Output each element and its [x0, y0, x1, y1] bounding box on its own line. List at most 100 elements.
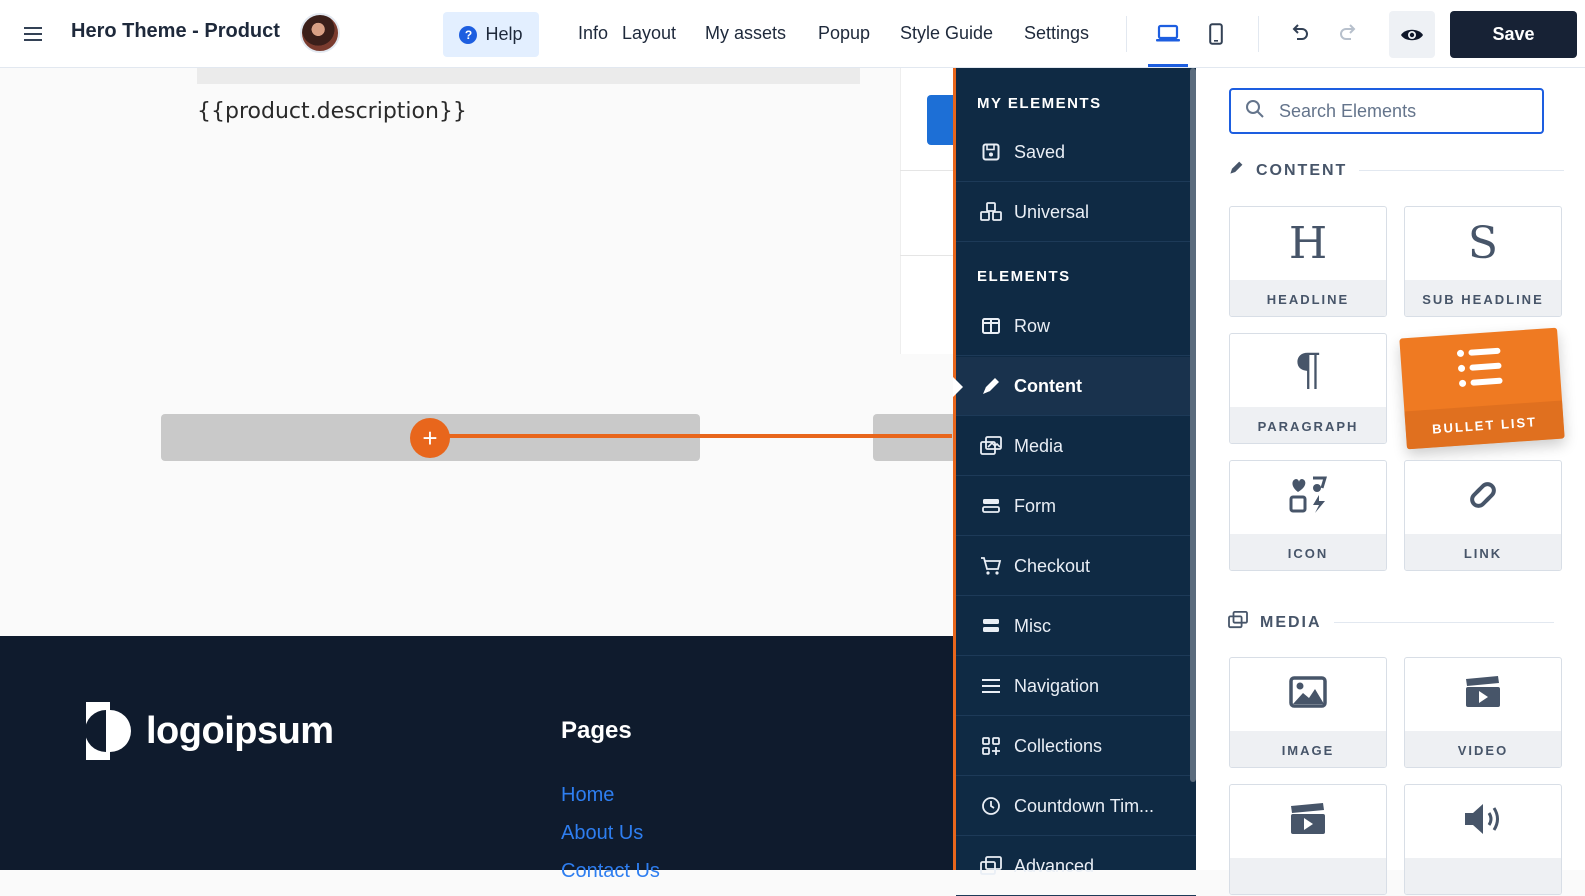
- section-placeholder: [197, 68, 860, 84]
- clapperboard-icon: [1464, 675, 1502, 714]
- sidebar-item-label: Advanced: [1014, 855, 1095, 876]
- columns-icon: [980, 315, 1002, 337]
- my-elements-heading: MY ELEMENTS: [977, 95, 1102, 112]
- footer-pages-title: Pages: [561, 717, 632, 744]
- nav-info[interactable]: Info: [578, 23, 608, 44]
- desktop-view-icon[interactable]: [1152, 18, 1184, 50]
- tile-bullet-list-dragging[interactable]: BULLET LIST: [1399, 327, 1565, 450]
- video-play-icon: [1289, 802, 1327, 841]
- search-elements-field[interactable]: [1229, 88, 1544, 134]
- divider: [900, 255, 960, 256]
- media-section-heading: MEDIA: [1228, 611, 1554, 634]
- sidebar-item-collections[interactable]: Collections: [956, 717, 1196, 776]
- divider: [1333, 622, 1554, 623]
- link-icon: [1462, 478, 1504, 517]
- add-element-button[interactable]: +: [410, 418, 450, 458]
- grid-plus-icon: [980, 735, 1002, 757]
- sidebar-item-saved[interactable]: Saved: [956, 123, 1196, 182]
- sidebar-item-advanced[interactable]: Advanced: [956, 837, 1196, 896]
- logo: logoipsum: [85, 702, 334, 760]
- tile-link[interactable]: LINK: [1404, 460, 1562, 571]
- redo-icon[interactable]: [1332, 18, 1364, 50]
- bars-icon: [980, 675, 1002, 697]
- sidebar-item-row[interactable]: Row: [956, 297, 1196, 356]
- sidebar-item-label: Misc: [1014, 615, 1051, 636]
- sidebar-item-media[interactable]: Media: [956, 417, 1196, 476]
- help-label: Help: [485, 24, 523, 44]
- save-icon: [980, 141, 1002, 163]
- nav-style-guide[interactable]: Style Guide: [900, 23, 993, 44]
- misc-icon: [980, 615, 1002, 637]
- sidebar-item-label: Form: [1014, 495, 1056, 516]
- tile-audio[interactable]: [1404, 784, 1562, 895]
- nav-my-assets[interactable]: My assets: [705, 23, 786, 44]
- tile-label: HEADLINE: [1230, 280, 1386, 316]
- divider: [1258, 16, 1259, 52]
- tile-paragraph[interactable]: ¶ PARAGRAPH: [1229, 333, 1387, 444]
- shapes-icon: [1289, 476, 1328, 519]
- clock-icon: [980, 795, 1002, 817]
- active-caret-icon: [953, 377, 963, 397]
- sidebar-item-label: Navigation: [1014, 675, 1100, 696]
- active-view-indicator: [1148, 64, 1188, 67]
- sidebar-item-label: Media: [1014, 435, 1064, 456]
- sidebar-item-form[interactable]: Form: [956, 477, 1196, 536]
- nav-settings[interactable]: Settings: [1024, 23, 1089, 44]
- tile-label: ICON: [1230, 534, 1386, 570]
- pen-icon: [980, 375, 1002, 397]
- pen-icon: [1228, 160, 1244, 181]
- save-button[interactable]: Save: [1450, 11, 1577, 58]
- sub-headline-glyph-icon: S: [1467, 218, 1499, 269]
- mobile-view-icon[interactable]: [1200, 18, 1232, 50]
- tile-headline[interactable]: H HEADLINE: [1229, 206, 1387, 317]
- search-icon: [1245, 99, 1265, 124]
- tile-video-embed[interactable]: [1229, 784, 1387, 895]
- sidebar-item-misc[interactable]: Misc: [956, 597, 1196, 656]
- sidebar-item-label: Content: [1014, 375, 1082, 396]
- elements-heading: ELEMENTS: [977, 268, 1071, 285]
- footer-link-about[interactable]: About Us: [561, 822, 643, 845]
- sidebar-item-countdown-timer[interactable]: Countdown Tim...: [956, 777, 1196, 836]
- preview-eye-icon[interactable]: [1389, 11, 1435, 58]
- tile-video[interactable]: VIDEO: [1404, 657, 1562, 768]
- product-description-placeholder[interactable]: {{product.description}}: [197, 99, 467, 124]
- tile-label: SUB HEADLINE: [1405, 280, 1561, 316]
- paragraph-glyph-icon: ¶: [1294, 345, 1322, 396]
- divider: [900, 170, 960, 171]
- sidebar-item-checkout[interactable]: Checkout: [956, 537, 1196, 596]
- undo-icon[interactable]: [1284, 18, 1316, 50]
- photo-film-icon: [980, 855, 1002, 877]
- nav-popup[interactable]: Popup: [818, 23, 870, 44]
- tile-label: IMAGE: [1230, 731, 1386, 767]
- tile-label: LINK: [1405, 534, 1561, 570]
- photo-film-icon: [1228, 611, 1248, 634]
- list-icon: [1456, 346, 1505, 392]
- cart-icon: [980, 555, 1002, 577]
- tile-image[interactable]: IMAGE: [1229, 657, 1387, 768]
- headline-glyph-icon: H: [1288, 218, 1328, 269]
- help-button[interactable]: ? Help: [443, 12, 539, 57]
- sidebar-item-universal[interactable]: Universal: [956, 183, 1196, 242]
- tile-sub-headline[interactable]: S SUB HEADLINE: [1404, 206, 1562, 317]
- divider: [1126, 16, 1127, 52]
- question-icon: ?: [459, 25, 478, 44]
- sidebar-item-content[interactable]: Content: [953, 357, 1196, 416]
- volume-icon: [1463, 802, 1503, 841]
- avatar[interactable]: [300, 13, 340, 53]
- tile-icon[interactable]: ICON: [1229, 460, 1387, 571]
- form-icon: [980, 495, 1002, 517]
- search-input[interactable]: [1279, 100, 1529, 122]
- section-label: CONTENT: [1256, 161, 1348, 179]
- hamburger-menu-icon[interactable]: [20, 22, 46, 46]
- sidebar-item-label: Row: [1014, 315, 1051, 336]
- footer-link-home[interactable]: Home: [561, 784, 614, 807]
- divider: [1359, 170, 1565, 171]
- sidebar-item-label: Checkout: [1014, 555, 1091, 576]
- sidebar-item-label: Saved: [1014, 141, 1066, 162]
- nav-layout[interactable]: Layout: [622, 23, 676, 44]
- footer-link-contact[interactable]: Contact Us: [561, 860, 660, 883]
- sidebar-item-navigation[interactable]: Navigation: [956, 657, 1196, 716]
- section-label: MEDIA: [1260, 613, 1322, 631]
- sidebar-item-label: Collections: [1014, 735, 1103, 756]
- image-icon: [1289, 676, 1327, 713]
